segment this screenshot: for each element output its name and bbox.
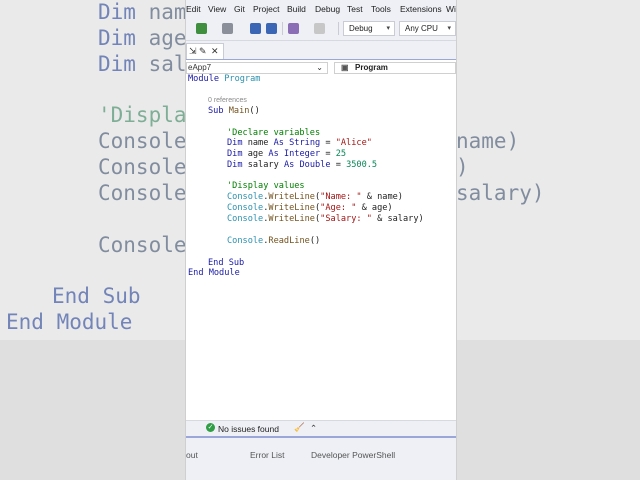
toolbar: Debug ▾ Any CPU ▾ bbox=[186, 18, 456, 41]
bg-line-dim-name: Dim name bbox=[98, 0, 200, 24]
bg-fragment-3: salary) bbox=[456, 181, 545, 205]
undo-icon[interactable] bbox=[288, 23, 299, 34]
menu-tools[interactable]: Tools bbox=[371, 4, 391, 14]
check-icon: ✓ bbox=[206, 423, 215, 432]
tab-module1[interactable]: ⇲ ✎ ✕ bbox=[186, 43, 224, 59]
code-line-comment-declare: 'Declare variables bbox=[227, 128, 321, 138]
bg-line-end-module: End Module bbox=[6, 310, 133, 334]
chevron-down-icon: ▾ bbox=[386, 25, 390, 32]
menu-debug[interactable]: Debug bbox=[315, 4, 340, 14]
menu-build[interactable]: Build bbox=[287, 4, 306, 14]
bg-line-dim-salary: Dim sala bbox=[98, 52, 200, 76]
platform-dropdown[interactable]: Any CPU ▾ bbox=[399, 21, 456, 36]
code-line-module: Module Program bbox=[188, 74, 261, 84]
menu-view[interactable]: View bbox=[208, 4, 226, 14]
code-line-comment-display: 'Display values bbox=[227, 181, 305, 191]
menu-edit[interactable]: Edit bbox=[186, 4, 201, 14]
bg-fragment-2: ) bbox=[456, 155, 469, 179]
bg-line-console-2: Console. bbox=[98, 155, 200, 179]
tab-output[interactable]: out bbox=[186, 450, 198, 460]
menu-git[interactable]: Git bbox=[234, 4, 245, 14]
configuration-dropdown[interactable]: Debug ▾ bbox=[343, 21, 395, 36]
code-line-writeline-age: Console.WriteLine("Age: " & age) bbox=[227, 203, 393, 213]
bg-line-end-sub: End Sub bbox=[52, 284, 141, 308]
member-dropdown[interactable]: ▣ Program bbox=[334, 62, 456, 74]
tab-error-list[interactable]: Error List bbox=[250, 450, 284, 460]
save-all-icon[interactable] bbox=[266, 23, 277, 34]
code-line-sub-main: Sub Main() bbox=[208, 106, 260, 116]
editor-status-bar: ✓ No issues found 🧹 ⌃ bbox=[186, 420, 456, 437]
menu-window[interactable]: Wi bbox=[446, 4, 456, 14]
class-icon: ▣ bbox=[341, 63, 349, 72]
toolbar-separator bbox=[338, 22, 339, 35]
configuration-value: Debug bbox=[349, 24, 373, 33]
bg-line-console-3: Console. bbox=[98, 181, 200, 205]
redo-icon[interactable] bbox=[314, 23, 325, 34]
codelens-references[interactable]: 0 references bbox=[208, 97, 247, 104]
code-editor[interactable]: Module Program 0 references Sub Main() '… bbox=[186, 74, 456, 419]
bg-line-console-4: Console. bbox=[98, 233, 200, 257]
code-line-end-module: End Module bbox=[188, 268, 240, 278]
menu-test[interactable]: Test bbox=[347, 4, 363, 14]
bg-line-comment: 'Display bbox=[98, 103, 200, 127]
code-line-readline: Console.ReadLine() bbox=[227, 236, 321, 246]
document-tabs: ⇲ ✎ ✕ bbox=[186, 41, 456, 61]
close-icon[interactable]: ✕ bbox=[211, 46, 219, 57]
project-dropdown[interactable]: eApp7 ⌄ bbox=[186, 62, 328, 74]
menu-bar: Edit View Git Project Build Debug Test T… bbox=[186, 0, 456, 18]
bg-line-console-1: Console. bbox=[98, 129, 200, 153]
platform-value: Any CPU bbox=[405, 24, 438, 33]
chevron-down-icon: ▾ bbox=[447, 25, 451, 32]
toolbar-separator bbox=[282, 22, 283, 35]
code-line-dim-age: Dim age As Integer = 25 bbox=[227, 149, 347, 159]
menu-extensions[interactable]: Extensions bbox=[400, 4, 442, 14]
save-icon[interactable] bbox=[250, 23, 261, 34]
code-line-writeline-name: Console.WriteLine("Name: " & name) bbox=[227, 192, 403, 202]
pin-icon[interactable]: ⇲ bbox=[189, 46, 197, 57]
pin-icon[interactable]: ✎ bbox=[199, 46, 207, 57]
bottom-panel: out Error List Developer PowerShell bbox=[186, 436, 456, 480]
code-line-dim-name: Dim name As String = "Alice" bbox=[227, 138, 372, 148]
broom-icon[interactable]: 🧹 bbox=[294, 422, 305, 433]
tab-developer-powershell[interactable]: Developer PowerShell bbox=[311, 450, 395, 460]
chevron-up-icon[interactable]: ⌃ bbox=[310, 423, 317, 434]
ide-window: Edit View Git Project Build Debug Test T… bbox=[185, 0, 457, 480]
chevron-down-icon: ⌄ bbox=[316, 63, 323, 72]
issues-status[interactable]: No issues found bbox=[218, 424, 279, 434]
project-name: eApp7 bbox=[188, 63, 212, 72]
menu-project[interactable]: Project bbox=[253, 4, 279, 14]
code-line-writeline-salary: Console.WriteLine("Salary: " & salary) bbox=[227, 214, 424, 224]
bg-line-dim-age: Dim age bbox=[98, 26, 187, 50]
code-line-dim-salary: Dim salary As Double = 3500.5 bbox=[227, 160, 378, 170]
member-name: Program bbox=[355, 63, 388, 72]
code-line-end-sub: End Sub bbox=[208, 258, 245, 268]
new-project-icon[interactable] bbox=[196, 23, 207, 34]
bg-fragment-1: name) bbox=[456, 129, 520, 153]
open-file-icon[interactable] bbox=[222, 23, 233, 34]
